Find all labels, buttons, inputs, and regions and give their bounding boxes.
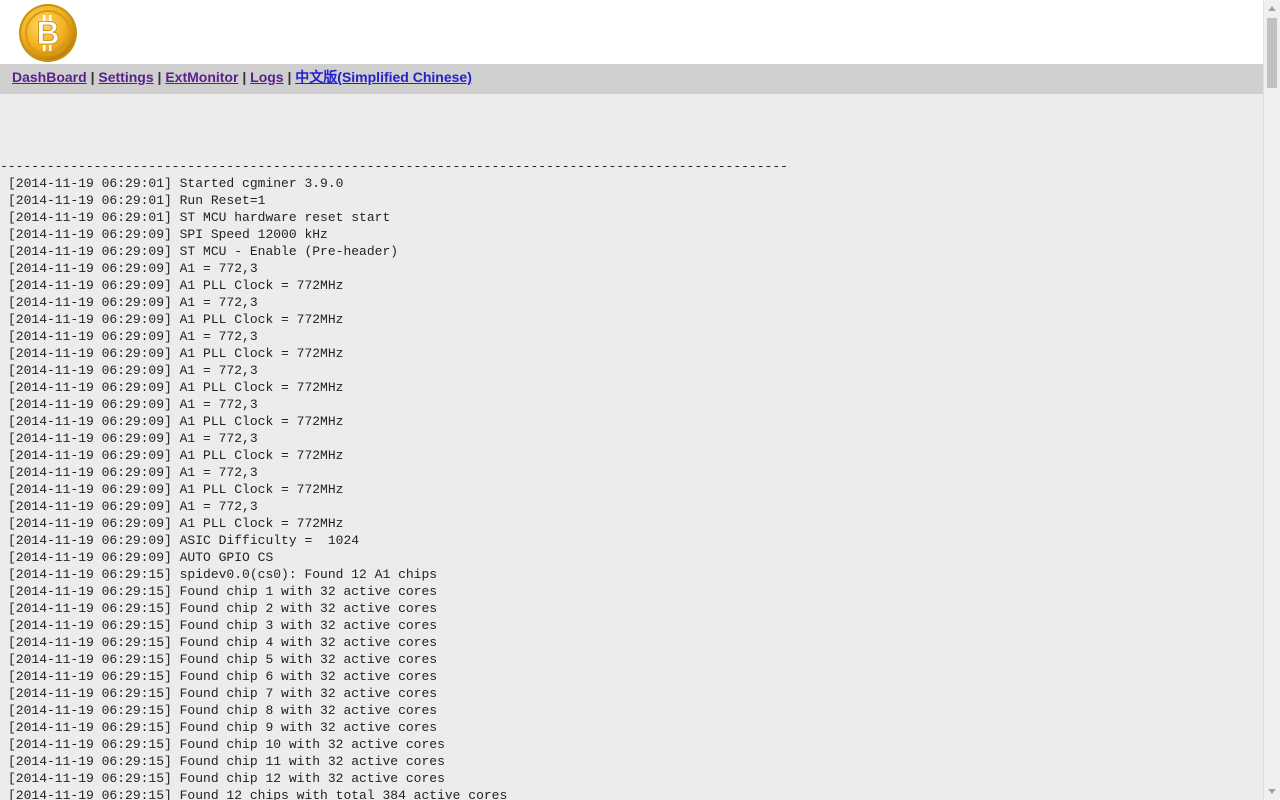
- log-line: [2014-11-19 06:29:09] A1 PLL Clock = 772…: [8, 380, 344, 395]
- log-line: [2014-11-19 06:29:09] A1 PLL Clock = 772…: [8, 278, 344, 293]
- log-line: [2014-11-19 06:29:09] A1 = 772,3: [8, 261, 258, 276]
- log-line: [2014-11-19 06:29:09] A1 PLL Clock = 772…: [8, 346, 344, 361]
- log-line: [2014-11-19 06:29:15] Found 12 chips wit…: [8, 788, 508, 800]
- log-line: [2014-11-19 06:29:01] Started cgminer 3.…: [8, 176, 344, 191]
- log-line: [2014-11-19 06:29:09] A1 PLL Clock = 772…: [8, 448, 344, 463]
- log-line: [2014-11-19 06:29:01] Run Reset=1: [8, 193, 266, 208]
- log-line: [2014-11-19 06:29:09] A1 = 772,3: [8, 397, 258, 412]
- log-line: [2014-11-19 06:29:09] A1 = 772,3: [8, 295, 258, 310]
- svg-text:B: B: [36, 15, 59, 51]
- vertical-scrollbar[interactable]: [1263, 0, 1280, 800]
- nav-bar: DashBoard | Settings | ExtMonitor | Logs…: [0, 64, 1264, 94]
- log-output: [2014-11-19 06:29:01] Started cgminer 3.…: [0, 175, 1264, 800]
- nav-link-logs[interactable]: Logs: [250, 69, 283, 85]
- log-line: [2014-11-19 06:29:15] Found chip 3 with …: [8, 618, 438, 633]
- log-line: [2014-11-19 06:29:15] Found chip 12 with…: [8, 771, 445, 786]
- log-line: [2014-11-19 06:29:15] Found chip 5 with …: [8, 652, 438, 667]
- log-line: [2014-11-19 06:29:09] A1 PLL Clock = 772…: [8, 414, 344, 429]
- log-line: [2014-11-19 06:29:09] A1 = 772,3: [8, 431, 258, 446]
- log-line: [2014-11-19 06:29:15] Found chip 4 with …: [8, 635, 438, 650]
- nav-link-extmonitor[interactable]: ExtMonitor: [165, 69, 238, 85]
- nav-link-settings[interactable]: Settings: [98, 69, 153, 85]
- log-line: [2014-11-19 06:29:15] Found chip 2 with …: [8, 601, 438, 616]
- log-line: [2014-11-19 06:29:15] Found chip 9 with …: [8, 720, 438, 735]
- log-line: [2014-11-19 06:29:09] A1 = 772,3: [8, 499, 258, 514]
- log-line: [2014-11-19 06:29:09] SPI Speed 12000 kH…: [8, 227, 328, 242]
- log-line: [2014-11-19 06:29:09] A1 PLL Clock = 772…: [8, 312, 344, 327]
- nav-link-dashboard[interactable]: DashBoard: [12, 69, 87, 85]
- nav-link-chinese[interactable]: 中文版(Simplified Chinese): [295, 69, 472, 85]
- log-line: [2014-11-19 06:29:15] spidev0.0(cs0): Fo…: [8, 567, 438, 582]
- log-line: [2014-11-19 06:29:09] A1 = 772,3: [8, 465, 258, 480]
- bitcoin-logo-icon: B: [19, 4, 77, 62]
- log-line: [2014-11-19 06:29:15] Found chip 10 with…: [8, 737, 445, 752]
- nav-separator: |: [242, 69, 251, 85]
- log-line: [2014-11-19 06:29:09] A1 = 772,3: [8, 329, 258, 344]
- log-content: ----------------------------------------…: [0, 94, 1264, 800]
- log-line: [2014-11-19 06:29:15] Found chip 11 with…: [8, 754, 445, 769]
- log-line: [2014-11-19 06:29:09] ASIC Difficulty = …: [8, 533, 360, 548]
- log-line: [2014-11-19 06:29:15] Found chip 8 with …: [8, 703, 438, 718]
- log-line: [2014-11-19 06:29:09] A1 PLL Clock = 772…: [8, 516, 344, 531]
- log-line: [2014-11-19 06:29:15] Found chip 7 with …: [8, 686, 438, 701]
- header: B: [0, 0, 1264, 64]
- log-line: [2014-11-19 06:29:15] Found chip 1 with …: [8, 584, 438, 599]
- page: B DashBoard | Settings | ExtMonitor | Lo…: [0, 0, 1264, 800]
- log-divider: ----------------------------------------…: [0, 159, 788, 174]
- scroll-down-arrow-icon[interactable]: [1268, 789, 1276, 794]
- log-line: [2014-11-19 06:29:09] AUTO GPIO CS: [8, 550, 274, 565]
- log-line: [2014-11-19 06:29:09] A1 = 772,3: [8, 363, 258, 378]
- log-line: [2014-11-19 06:29:01] ST MCU hardware re…: [8, 210, 391, 225]
- scrollbar-thumb[interactable]: [1267, 18, 1277, 88]
- log-line: [2014-11-19 06:29:09] ST MCU - Enable (P…: [8, 244, 399, 259]
- log-line: [2014-11-19 06:29:15] Found chip 6 with …: [8, 669, 438, 684]
- scroll-up-arrow-icon[interactable]: [1268, 6, 1276, 11]
- log-line: [2014-11-19 06:29:09] A1 PLL Clock = 772…: [8, 482, 344, 497]
